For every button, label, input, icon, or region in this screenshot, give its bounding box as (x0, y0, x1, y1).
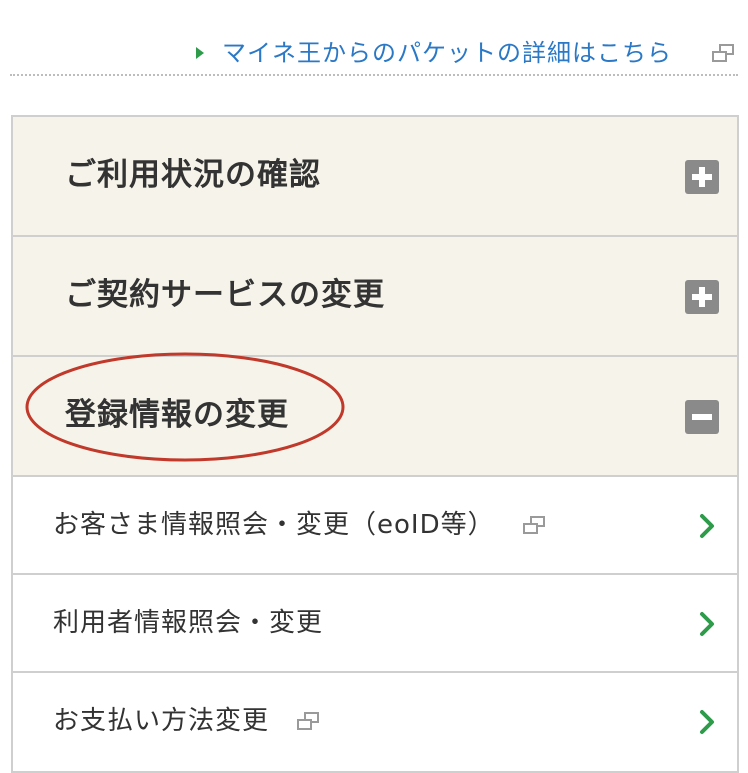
external-window-icon (297, 711, 321, 732)
menu-item-customer-info[interactable]: お客さま情報照会・変更（eoID等） (13, 477, 737, 575)
section-title: 登録情報の変更 (65, 397, 289, 433)
dotted-divider (10, 74, 738, 76)
section-title: ご契約サービスの変更 (65, 277, 385, 313)
menu-item-label: 利用者情報照会・変更 (53, 608, 324, 638)
packet-details-link[interactable]: マイネ王からのパケットの詳細はこちら (222, 38, 672, 68)
chevron-right-icon (700, 612, 714, 636)
menu-item-label: お客さま情報照会・変更（eoID等） (53, 510, 495, 540)
external-window-icon[interactable] (712, 44, 736, 64)
menu-item-user-info[interactable]: 利用者情報照会・変更 (13, 575, 737, 673)
chevron-right-icon (700, 710, 714, 734)
packet-details-link-row: マイネ王からのパケットの詳細はこちら (0, 28, 748, 74)
section-usage-status[interactable]: ご利用状況の確認 (13, 117, 737, 237)
triangle-marker-icon (196, 47, 204, 59)
plus-icon[interactable] (685, 280, 719, 314)
section-title: ご利用状況の確認 (65, 157, 321, 193)
menu-item-payment-method[interactable]: お支払い方法変更 (13, 673, 737, 771)
minus-icon[interactable] (685, 400, 719, 434)
menu-item-label: お支払い方法変更 (53, 706, 270, 736)
section-registration-info-change[interactable]: 登録情報の変更 (13, 357, 737, 477)
external-window-icon (522, 515, 547, 536)
chevron-right-icon (700, 514, 714, 538)
section-contract-service-change[interactable]: ご契約サービスの変更 (13, 237, 737, 357)
plus-icon[interactable] (685, 160, 719, 194)
menu-accordion: ご利用状況の確認 ご契約サービスの変更 登録情報の変更 お客さま情報照会・変更（… (11, 115, 739, 773)
